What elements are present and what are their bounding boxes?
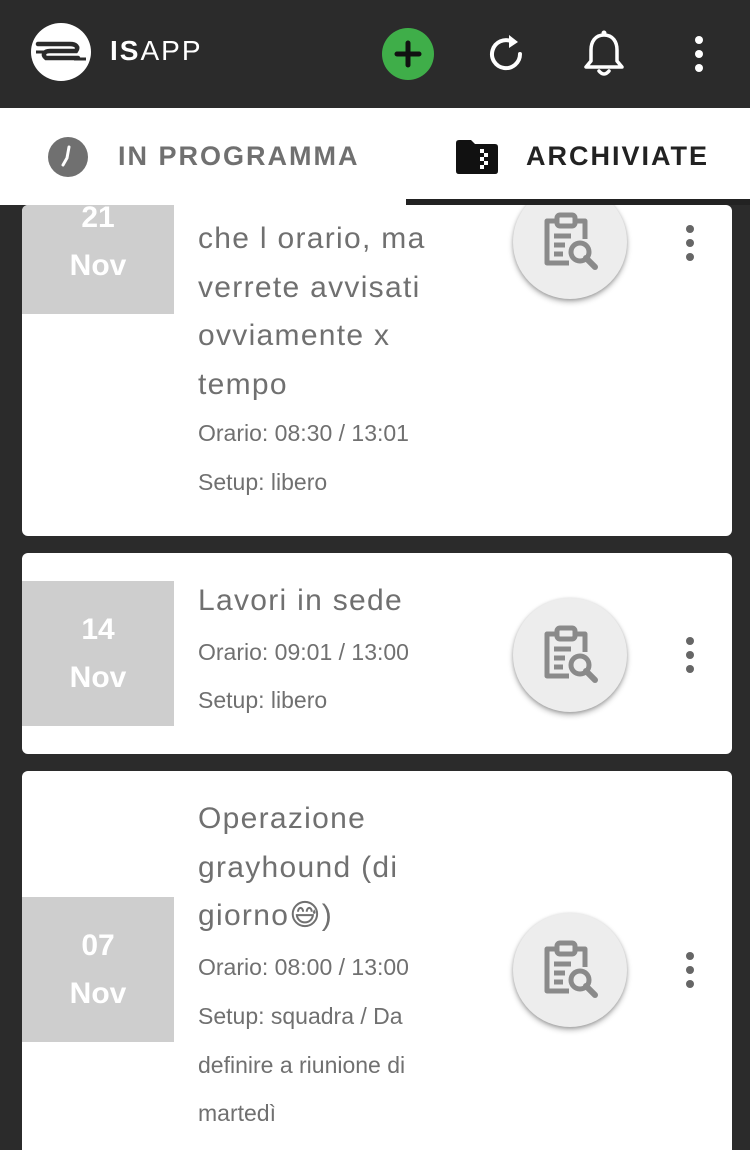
dot — [686, 253, 694, 261]
event-title-line: Lavori in sede — [198, 584, 403, 617]
card-menu-button[interactable] — [678, 950, 702, 990]
event-setup: Setup: squadra / Da definire a riunione … — [198, 992, 468, 1138]
brand-bold: IS — [110, 35, 141, 66]
event-card[interactable]: 07 Nov Operazione grayhound (di giorno😅)… — [22, 771, 732, 1150]
refresh-button[interactable] — [480, 28, 532, 80]
event-card[interactable]: 14 Nov Lavori in sede Orario: 09:01 / 13… — [22, 553, 732, 754]
dot — [686, 651, 694, 659]
clipboard-search-icon — [544, 940, 598, 998]
event-title: che l orario, ma verrete avvisati ovviam… — [198, 215, 468, 409]
view-details-button[interactable] — [513, 598, 627, 712]
brand-name: ISAPP — [110, 34, 203, 68]
event-time: Orario: 09:01 / 13:00 — [198, 639, 409, 665]
event-setup: Setup: libero — [198, 687, 328, 713]
event-title-line: verrete avvisati — [198, 270, 421, 304]
tab-bar: IN PROGRAMMA ARCHIVIATE — [0, 108, 750, 205]
dot — [686, 637, 694, 645]
dot — [686, 239, 694, 247]
dot — [686, 225, 694, 233]
event-setup-line: martedì — [198, 1100, 276, 1126]
event-title-line: giorno😅) — [198, 899, 334, 932]
event-setup-line: Setup: squadra / Da — [198, 1003, 403, 1029]
event-month: Nov — [69, 976, 127, 1010]
event-title: Lavori in sede — [198, 577, 468, 626]
event-date: 14 Nov — [22, 581, 174, 726]
view-details-button[interactable] — [513, 913, 627, 1027]
brand-light: APP — [140, 35, 203, 66]
event-date: 07 Nov — [22, 897, 174, 1042]
event-day: 14 — [81, 612, 115, 646]
tab-label: ARCHIVIATE — [526, 141, 710, 171]
event-setup: Setup: libero — [198, 469, 328, 495]
app-logo — [30, 22, 92, 82]
active-tab-indicator — [406, 199, 750, 205]
notifications-button[interactable] — [578, 28, 630, 80]
dot — [686, 980, 694, 988]
more-vert-icon — [695, 36, 703, 72]
dot — [686, 952, 694, 960]
dot — [686, 966, 694, 974]
add-icon — [394, 40, 422, 68]
add-button[interactable] — [382, 28, 434, 80]
event-month: Nov — [69, 248, 127, 282]
clipboard-search-icon — [544, 625, 598, 683]
event-date: 21 Nov — [22, 205, 174, 314]
event-title: Operazione grayhound (di giorno😅) — [198, 795, 468, 941]
event-month: Nov — [69, 660, 127, 694]
bell-icon — [584, 30, 624, 76]
event-day: 21 — [81, 205, 115, 234]
card-menu-button[interactable] — [678, 223, 702, 263]
tab-in-programma[interactable]: IN PROGRAMMA — [0, 108, 406, 205]
event-title-line: ovviamente x — [198, 319, 391, 352]
event-setup-line: definire a riunione di — [198, 1051, 406, 1078]
event-day: 07 — [81, 928, 115, 962]
event-title-line: che l orario, ma — [198, 222, 426, 255]
archive-folder-icon — [456, 139, 498, 174]
event-title-line: grayhound (di — [198, 850, 399, 884]
event-time: Orario: 08:30 / 13:01 — [198, 420, 409, 446]
tab-label: IN PROGRAMMA — [118, 141, 360, 171]
clock-icon — [48, 136, 88, 177]
app-bar: ISAPP — [0, 0, 750, 108]
event-title-line: tempo — [198, 367, 288, 401]
refresh-icon — [490, 35, 523, 71]
card-menu-button[interactable] — [678, 635, 702, 675]
tab-archiviate[interactable]: ARCHIVIATE — [406, 108, 750, 205]
overflow-menu-button[interactable] — [673, 28, 725, 80]
dot — [686, 665, 694, 673]
event-card[interactable]: 21 Nov che l orario, ma verrete avvisati… — [22, 205, 732, 536]
event-time: Orario: 08:00 / 13:00 — [198, 954, 409, 980]
clipboard-search-icon — [544, 212, 598, 270]
view-details-button[interactable] — [513, 205, 627, 299]
event-title-line: Operazione — [198, 802, 367, 835]
